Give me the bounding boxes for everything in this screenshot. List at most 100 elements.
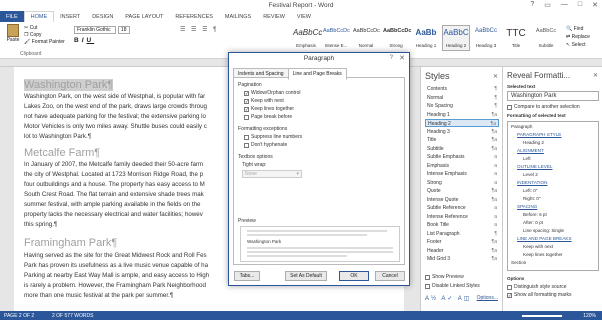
style-list-item[interactable]: Heading 1 ¶a	[425, 111, 499, 119]
formatting-tree-item: Keep with next	[523, 244, 554, 249]
keep-lines-together-checkbox[interactable]: ✓ Keep lines together	[244, 106, 294, 112]
disable-linked-checkbox[interactable]: Disable Linked Styles	[425, 283, 480, 289]
page-indicator[interactable]: PAGE 2 OF 2	[4, 313, 34, 319]
tab-page-layout[interactable]: PAGE LAYOUT	[119, 11, 169, 22]
formatting-section-link[interactable]: SPACING	[517, 204, 537, 209]
tabs-button[interactable]: Tabs...	[234, 271, 260, 281]
style-heading-2[interactable]: AaBbC Heading 2	[442, 25, 470, 51]
formatting-section-link[interactable]: OUTLINE LEVEL	[517, 164, 553, 169]
copy-button[interactable]: ❐ Copy	[24, 32, 65, 39]
formatting-section-link[interactable]: PARAGRAPH STYLE	[517, 132, 561, 137]
show-formatting-marks-checkbox[interactable]: ✓ Show all formatting marks	[507, 292, 572, 298]
tab-line-page-breaks[interactable]: Line and Page Breaks	[287, 68, 347, 80]
style-title[interactable]: TTC Title	[502, 25, 530, 51]
style-emphasis[interactable]: AaBbCc Emphasis	[292, 25, 322, 51]
style-action-icons[interactable]: A½ A✓ A◫	[425, 295, 471, 302]
replace-button[interactable]: ⇄ Replace	[566, 33, 590, 41]
font-size-box[interactable]: 18	[118, 26, 130, 34]
style-list-item[interactable]: Header ¶a	[425, 247, 499, 255]
close-icon[interactable]: ✕	[593, 72, 598, 79]
style-name: Normal	[358, 43, 374, 48]
style-list-item[interactable]: Intense Reference a	[425, 213, 499, 221]
find-button[interactable]: 🔍 Find	[566, 25, 590, 33]
style-list-item[interactable]: Footer ¶a	[425, 238, 499, 246]
style-list-item[interactable]: Mid Grid 3 ¶a	[425, 255, 499, 263]
ok-button[interactable]: OK	[339, 271, 369, 281]
help-icon[interactable]: ?	[390, 55, 393, 61]
suppress-line-numbers-checkbox[interactable]: Suppress line numbers	[244, 134, 302, 140]
style-list-item[interactable]: Contents ¶	[425, 85, 499, 93]
close-icon[interactable]: ✕	[399, 54, 405, 62]
style-normal[interactable]: AaBbCcDc Normal	[352, 25, 380, 51]
style-list-item[interactable]: Intense Emphasis a	[425, 170, 499, 178]
distinguish-style-checkbox[interactable]: Distinguish style source	[507, 284, 567, 290]
word-count[interactable]: 2 OF 577 WORDS	[52, 313, 93, 319]
close-icon[interactable]: ✕	[493, 73, 498, 80]
tab-file[interactable]: FILE	[0, 11, 24, 22]
tab-references[interactable]: REFERENCES	[169, 11, 219, 22]
style-list-item[interactable]: Quote ¶a	[425, 187, 499, 195]
style-list-item[interactable]: Subtitle ¶a	[425, 145, 499, 153]
style-list-item[interactable]: Heading 2 ¶a	[425, 119, 499, 127]
tab-design[interactable]: DESIGN	[86, 11, 119, 22]
selected-text-box[interactable]: Washington Park	[507, 91, 599, 101]
widow-orphan-checkbox[interactable]: ✓ Widow/Orphan control	[244, 90, 300, 96]
style-list-item[interactable]: Title ¶a	[425, 136, 499, 144]
style-list-item[interactable]: Normal ¶	[425, 94, 499, 102]
formatting-section-link[interactable]: INDENTATION	[517, 180, 547, 185]
show-preview-checkbox[interactable]: Show Preview	[425, 274, 464, 280]
dont-hyphenate-checkbox[interactable]: Don't hyphenate	[244, 142, 287, 148]
close-icon[interactable]: ✕	[592, 1, 598, 9]
paragraph-format-buttons[interactable]: ☰ ☰ ☰ ¶	[180, 26, 280, 44]
styles-options-link[interactable]: Options...	[477, 295, 498, 301]
minimize-icon[interactable]: —	[561, 1, 568, 9]
style-list-item[interactable]: Emphasis a	[425, 162, 499, 170]
cancel-button[interactable]: Cancel	[375, 271, 405, 281]
tab-review[interactable]: REVIEW	[257, 11, 291, 22]
style-list-item[interactable]: Intense Quote ¶a	[425, 196, 499, 204]
keep-with-next-checkbox[interactable]: ✓ Keep with next	[244, 98, 284, 104]
formatting-section-link[interactable]: LINE AND PAGE BREAKS	[517, 236, 572, 241]
style-list-item[interactable]: Strong a	[425, 179, 499, 187]
style-heading-1[interactable]: AaBb Heading 1	[412, 25, 440, 51]
formatting-tree-item: Line spacing: Single	[523, 228, 565, 233]
help-icon[interactable]: ?	[530, 1, 534, 9]
style-list-item-label: Header	[427, 247, 444, 254]
font-format-buttons[interactable]: BIU	[74, 37, 94, 44]
heading-washington-park[interactable]: Washington Park¶	[24, 79, 114, 91]
format-painter-button[interactable]: 🖌 Format Painter	[24, 39, 65, 46]
style-list-item[interactable]: Heading 3 ¶a	[425, 128, 499, 136]
tab-home[interactable]: HOME	[23, 11, 55, 22]
style-list-item[interactable]: No Spacing ¶	[425, 102, 499, 110]
ribbon-display-icon[interactable]: ▭	[544, 1, 551, 9]
select-button[interactable]: ↖ Select	[566, 41, 590, 49]
tab-mailings[interactable]: MAILINGS	[219, 11, 257, 22]
style-list-item-label: Title	[427, 137, 437, 143]
style-list-item[interactable]: Subtle Emphasis a	[425, 153, 499, 161]
font-name-box[interactable]: Franklin Gothic	[74, 26, 116, 34]
cut-button[interactable]: ✂ Cut	[24, 25, 65, 32]
paste-button[interactable]: Paste	[4, 24, 22, 46]
formatting-section-link[interactable]: ALIGNMENT	[517, 148, 544, 153]
checkbox-label: Keep with next	[251, 98, 284, 104]
maximize-icon[interactable]: □	[578, 1, 582, 9]
style-subtitle[interactable]: AaBbCc Subtitle	[532, 25, 560, 51]
page-break-before-checkbox[interactable]: Page break before	[244, 114, 292, 120]
heading-metcalfe-farm[interactable]: Metcalfe Farm¶	[24, 147, 100, 159]
style-strong[interactable]: AaBbCcDc Strong	[382, 25, 411, 51]
style-heading-3[interactable]: AaBbCc Heading 3	[472, 25, 500, 51]
set-as-default-button[interactable]: Set As Default	[285, 271, 327, 281]
style-type-icon: ¶	[494, 94, 497, 101]
tab-insert[interactable]: INSERT	[54, 11, 86, 22]
tight-wrap-select: None ▾	[242, 170, 302, 178]
tab-view[interactable]: VIEW	[291, 11, 317, 22]
style-list-item[interactable]: Subtle Reference a	[425, 204, 499, 212]
heading-framingham-park[interactable]: Framingham Park¶	[24, 237, 117, 249]
style-list-item[interactable]: Book Title a	[425, 221, 499, 229]
style-list-item-label: Strong	[427, 179, 442, 186]
style-list-item[interactable]: List Paragraph ¶	[425, 230, 499, 238]
zoom-slider[interactable]	[522, 315, 562, 317]
compare-checkbox[interactable]: Compare to another selection	[507, 104, 580, 110]
zoom-level[interactable]: 120%	[583, 313, 596, 319]
style-intense-emphasis[interactable]: AaBbCcDc Intense E...	[322, 25, 350, 51]
